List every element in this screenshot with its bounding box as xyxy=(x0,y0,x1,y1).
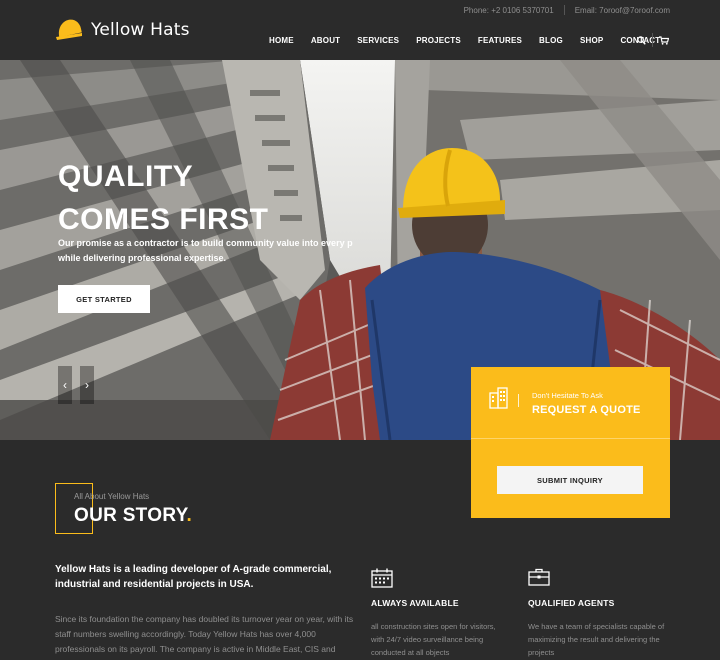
nav-about[interactable]: ABOUT xyxy=(311,36,340,45)
nav-features[interactable]: FEATURES xyxy=(478,36,522,45)
page: Yellow Hats Phone: +2 0106 5370701 Email… xyxy=(0,0,720,660)
cart-icon[interactable] xyxy=(657,33,671,47)
contact-divider xyxy=(563,5,565,15)
briefcase-icon xyxy=(528,568,550,590)
contact-info: Phone: +2 0106 5370701 Email: 7oroof@7or… xyxy=(464,5,670,15)
hard-hat-logo-icon xyxy=(56,19,82,40)
nav-icons xyxy=(634,33,675,47)
email-address[interactable]: 7oroof@7oroof.com xyxy=(599,6,670,15)
logo-text: Yellow Hats xyxy=(91,20,190,40)
nav-shop[interactable]: SHOP xyxy=(580,36,603,45)
hero-subtitle-line1: Our promise as a contractor is to build … xyxy=(58,238,353,248)
hero-title: QUALITY COMES FIRST xyxy=(58,155,358,241)
slider-prev-button[interactable]: ‹ xyxy=(58,366,72,404)
nav-icon-divider xyxy=(652,33,653,47)
quote-divider xyxy=(518,394,519,407)
hero-title-line1: QUALITY xyxy=(58,160,194,193)
request-quote-box: Don't Hesitate To Ask REQUEST A QUOTE SU… xyxy=(471,367,670,518)
email-label: Email: xyxy=(574,5,597,15)
get-started-button[interactable]: GET STARTED xyxy=(58,285,150,313)
hero-subtitle: Our promise as a contractor is to build … xyxy=(58,236,368,266)
main-nav: HOME ABOUT SERVICES PROJECTS FEATURES BL… xyxy=(269,36,677,45)
quote-title: REQUEST A QUOTE xyxy=(532,404,641,416)
feature-text: all construction sites open for visitors… xyxy=(371,622,496,657)
story-title-dot: . xyxy=(186,505,193,526)
hero-subtitle-line2: while delivering professional expertise. xyxy=(58,253,227,263)
feature-title: ALWAYS AVAILABLE xyxy=(371,598,459,608)
logo[interactable]: Yellow Hats xyxy=(55,18,190,42)
site-header: Yellow Hats Phone: +2 0106 5370701 Email… xyxy=(0,0,720,60)
story-lead: Yellow Hats is a leading developer of A-… xyxy=(55,564,332,590)
slider-next-button[interactable]: › xyxy=(80,366,94,404)
building-icon xyxy=(489,387,509,414)
feature-title: QUALIFIED AGENTS xyxy=(528,598,615,608)
phone-number[interactable]: +2 0106 5370701 xyxy=(491,6,554,15)
chevron-left-icon: ‹ xyxy=(63,378,67,392)
feature-always-available: ALWAYS AVAILABLE all construction sites … xyxy=(371,568,511,657)
feature-qualified-agents: QUALIFIED AGENTS We have a team of speci… xyxy=(528,568,668,657)
calendar-icon xyxy=(371,568,393,592)
quote-header: Don't Hesitate To Ask REQUEST A QUOTE xyxy=(471,367,670,439)
nav-services[interactable]: SERVICES xyxy=(357,36,399,45)
feature-text: We have a team of specialists capable of… xyxy=(528,622,665,657)
nav-projects[interactable]: PROJECTS xyxy=(416,36,461,45)
story-eyebrow: All About Yellow Hats xyxy=(74,492,150,501)
hero-title-line2: COMES FIRST xyxy=(58,203,269,236)
quote-eyebrow: Don't Hesitate To Ask xyxy=(532,391,603,400)
story-body: Since its foundation the company has dou… xyxy=(55,614,354,660)
submit-inquiry-button[interactable]: SUBMIT INQUIRY xyxy=(497,466,643,494)
nav-home[interactable]: HOME xyxy=(269,36,294,45)
phone-label: Phone: xyxy=(463,5,489,15)
story-title: OUR STORY. xyxy=(74,505,192,527)
story-title-text: OUR STORY xyxy=(74,505,187,526)
nav-blog[interactable]: BLOG xyxy=(539,36,563,45)
search-icon[interactable] xyxy=(634,33,648,47)
chevron-right-icon: › xyxy=(85,378,89,392)
